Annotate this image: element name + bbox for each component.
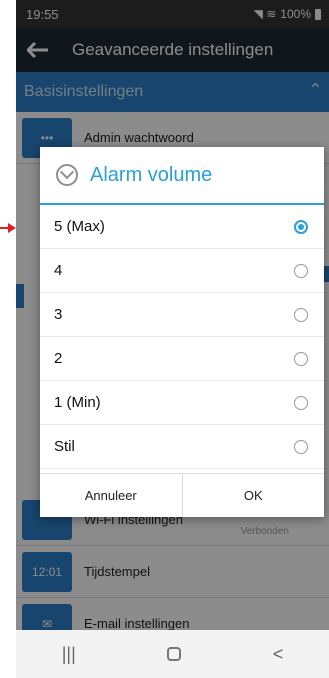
radio-icon[interactable] (294, 395, 308, 410)
option-label: Stil (54, 438, 75, 455)
ok-button[interactable]: OK (181, 474, 325, 517)
volume-option-2[interactable]: 2 (40, 337, 324, 381)
cancel-button[interactable]: Annuleer (40, 474, 182, 517)
dialog-header: Alarm volume (40, 147, 324, 205)
home-icon[interactable] (167, 647, 182, 661)
dialog-title: Alarm volume (90, 163, 213, 186)
radio-icon[interactable] (294, 263, 308, 278)
volume-option-3[interactable]: 3 (40, 293, 324, 337)
option-label: 1 (Min) (54, 394, 101, 411)
nav-back-icon[interactable]: < (273, 644, 284, 665)
radio-icon[interactable] (294, 439, 308, 454)
volume-option-silent[interactable]: Stil (40, 425, 324, 469)
alarm-volume-dialog: Alarm volume 5 (Max) 4 3 2 1 (Min) Stil … (40, 147, 324, 517)
recent-apps-icon[interactable]: ||| (62, 644, 76, 665)
option-label: 4 (54, 262, 63, 279)
chevron-circle-icon (56, 164, 78, 186)
red-arrow-icon (0, 223, 16, 233)
radio-icon[interactable] (294, 351, 308, 366)
option-label: 3 (54, 306, 63, 323)
phone-screen: 19:55 ◥ ≋ 100% Geavanceerde instellingen… (16, 0, 329, 678)
radio-icon[interactable] (294, 307, 308, 322)
dialog-buttons: Annuleer OK (40, 473, 324, 517)
volume-option-4[interactable]: 4 (40, 249, 324, 293)
option-label: 5 (Max) (54, 218, 105, 235)
volume-option-5-max[interactable]: 5 (Max) (40, 205, 324, 249)
radio-selected-icon[interactable] (294, 219, 308, 234)
option-label: 2 (54, 350, 63, 367)
volume-option-1-min[interactable]: 1 (Min) (40, 381, 324, 425)
navigation-bar: ||| < (16, 630, 329, 678)
